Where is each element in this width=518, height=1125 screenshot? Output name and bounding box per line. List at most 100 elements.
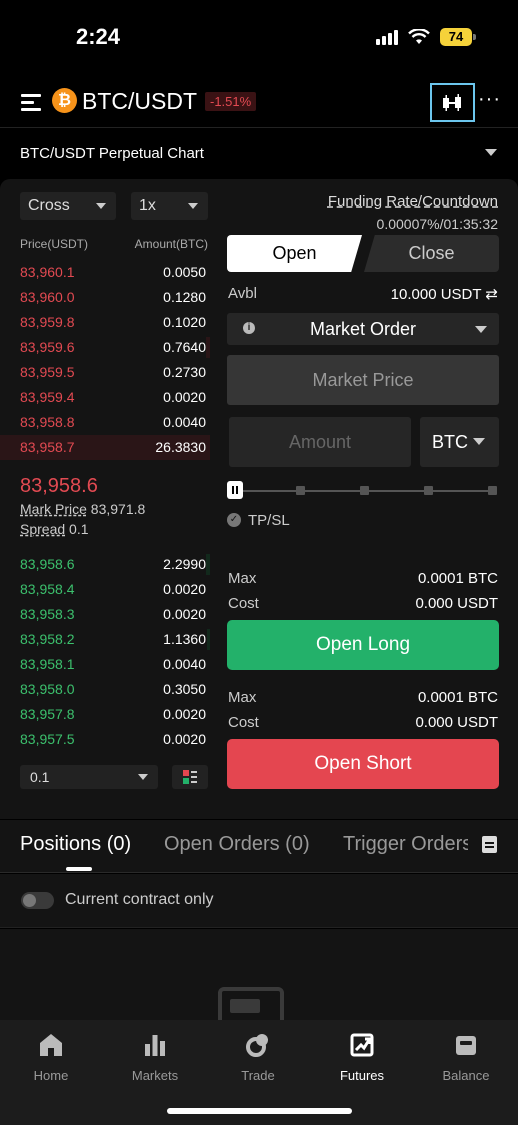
unit-value: BTC bbox=[432, 432, 468, 452]
nav-balance[interactable]: Balance bbox=[426, 1032, 506, 1083]
nav-futures[interactable]: Futures bbox=[322, 1032, 402, 1083]
mark-price-line: Mark Price 83,971.8 bbox=[20, 501, 145, 517]
nav-futures-label: Futures bbox=[339, 1068, 385, 1083]
ask-price: 83,959.4 bbox=[20, 389, 75, 405]
bid-row[interactable]: 83,958.0 0.3050 bbox=[0, 677, 210, 702]
bid-price: 83,958.3 bbox=[20, 606, 75, 622]
bid-row[interactable]: 83,957.8 0.0020 bbox=[0, 702, 210, 727]
ask-amount: 0.7640 bbox=[163, 339, 206, 355]
short-max-label: Max bbox=[228, 689, 257, 706]
current-contract-toggle[interactable] bbox=[21, 892, 54, 909]
ask-price: 83,958.7 bbox=[20, 439, 75, 455]
bid-row[interactable]: 83,957.5 0.0020 bbox=[0, 727, 210, 752]
price-column-header: Price(USDT) bbox=[20, 237, 88, 251]
menu-icon[interactable] bbox=[21, 94, 41, 112]
bid-row[interactable]: 83,958.4 0.0020 bbox=[0, 577, 210, 602]
precision-select[interactable]: 0.1 bbox=[20, 765, 158, 789]
ask-row[interactable]: 83,959.5 0.2730 bbox=[0, 360, 210, 385]
status-bar: 2:24 74 bbox=[0, 0, 518, 80]
tab-trigger-orders[interactable]: Trigger Orders bbox=[343, 833, 468, 856]
margin-mode-value: Cross bbox=[28, 197, 70, 214]
ask-row[interactable]: 83,960.1 0.0050 bbox=[0, 260, 210, 285]
ask-amount: 0.0050 bbox=[163, 264, 206, 280]
tab-positions[interactable]: Positions (0) bbox=[20, 833, 131, 856]
ask-price: 83,960.0 bbox=[20, 289, 75, 305]
bid-price: 83,957.8 bbox=[20, 706, 75, 722]
mark-price-label[interactable]: Mark Price bbox=[20, 501, 87, 517]
leverage-select[interactable]: 1x bbox=[131, 192, 208, 220]
slider-stop-75[interactable] bbox=[424, 486, 433, 495]
tpsl-checkbox[interactable]: ✓ bbox=[227, 513, 241, 527]
bid-price: 83,958.4 bbox=[20, 581, 75, 597]
short-cost-label: Cost bbox=[228, 714, 259, 731]
open-long-button[interactable]: Open Long bbox=[227, 620, 499, 670]
tab-open[interactable]: Open bbox=[227, 235, 362, 272]
candlestick-chart-button[interactable] bbox=[430, 83, 475, 122]
ask-amount: 26.3830 bbox=[155, 439, 206, 455]
trading-panel: Cross 1x Price(USDT) Amount(BTC) 83,960.… bbox=[0, 179, 518, 819]
caret-down-icon bbox=[475, 326, 487, 333]
battery-indicator: 74 bbox=[440, 28, 476, 46]
price-change-badge: -1.51% bbox=[205, 92, 257, 111]
more-options-icon[interactable]: ··· bbox=[478, 88, 501, 111]
ask-price: 83,959.6 bbox=[20, 339, 75, 355]
ask-row[interactable]: 83,959.4 0.0020 bbox=[0, 385, 210, 410]
positions-empty-state bbox=[0, 929, 518, 1027]
ask-row[interactable]: 83,959.6 0.7640 bbox=[0, 335, 210, 360]
nav-markets-label: Markets bbox=[131, 1068, 179, 1083]
caret-down-icon bbox=[473, 438, 485, 445]
bid-row[interactable]: 83,958.2 1.1360 bbox=[0, 627, 210, 652]
nav-home[interactable]: Home bbox=[11, 1032, 91, 1083]
amount-input[interactable] bbox=[229, 417, 411, 467]
home-indicator bbox=[167, 1108, 352, 1114]
orderbook-layout-button[interactable] bbox=[172, 765, 208, 789]
tab-open-orders[interactable]: Open Orders (0) bbox=[164, 833, 310, 856]
funding-rate-label[interactable]: Funding Rate/Countdown bbox=[328, 193, 498, 210]
long-max-label: Max bbox=[228, 570, 257, 587]
mark-price-value: 83,971.8 bbox=[90, 501, 146, 517]
available-label: Avbl bbox=[228, 285, 257, 302]
long-cost-label: Cost bbox=[228, 595, 259, 612]
leverage-value: 1x bbox=[139, 197, 156, 214]
header: ₿ BTC/USDT -1.51% ··· bbox=[0, 80, 518, 128]
available-balance[interactable]: 10.000 USDT ⇄ bbox=[391, 285, 498, 303]
bid-row[interactable]: 83,958.3 0.0020 bbox=[0, 602, 210, 627]
ask-price: 83,959.5 bbox=[20, 364, 75, 380]
ask-row[interactable]: 83,960.0 0.1280 bbox=[0, 285, 210, 310]
wallet-icon bbox=[456, 1036, 476, 1055]
bid-amount: 1.1360 bbox=[163, 631, 206, 647]
ask-amount: 0.1020 bbox=[163, 314, 206, 330]
ask-amount: 0.2730 bbox=[163, 364, 206, 380]
ask-price: 83,960.1 bbox=[20, 264, 75, 280]
nav-trade-label: Trade bbox=[241, 1068, 275, 1083]
order-type-select[interactable]: i Market Order bbox=[227, 313, 499, 345]
info-icon[interactable]: i bbox=[243, 322, 255, 334]
bid-row[interactable]: 83,958.1 0.0040 bbox=[0, 652, 210, 677]
unit-select[interactable]: BTC bbox=[420, 417, 499, 467]
slider-handle[interactable] bbox=[227, 481, 243, 499]
pair-title[interactable]: BTC/USDT bbox=[82, 88, 197, 115]
slider-stop-50[interactable] bbox=[360, 486, 369, 495]
spread-label[interactable]: Spread bbox=[20, 521, 65, 537]
wifi-icon bbox=[408, 29, 430, 44]
slider-stop-100[interactable] bbox=[488, 486, 497, 495]
bid-row[interactable]: 83,958.6 2.2990 bbox=[0, 552, 210, 577]
chart-row-label: BTC/USDT Perpetual Chart bbox=[20, 145, 204, 162]
long-cost-value: 0.000 USDT bbox=[415, 595, 498, 612]
order-type-value: Market Order bbox=[309, 319, 417, 339]
ask-row[interactable]: 83,959.8 0.1020 bbox=[0, 310, 210, 335]
order-history-icon[interactable] bbox=[482, 836, 497, 853]
margin-mode-select[interactable]: Cross bbox=[20, 192, 116, 220]
bid-price: 83,958.1 bbox=[20, 656, 75, 672]
bid-amount: 0.3050 bbox=[163, 681, 206, 697]
open-short-button[interactable]: Open Short bbox=[227, 739, 499, 789]
tpsl-label[interactable]: TP/SL bbox=[248, 512, 290, 529]
ask-row[interactable]: 83,958.7 26.3830 bbox=[0, 435, 210, 460]
nav-trade[interactable]: Trade bbox=[218, 1032, 298, 1083]
tab-close[interactable]: Close bbox=[364, 235, 499, 272]
slider-stop-25[interactable] bbox=[296, 486, 305, 495]
ask-row[interactable]: 83,958.8 0.0040 bbox=[0, 410, 210, 435]
nav-markets[interactable]: Markets bbox=[115, 1032, 195, 1083]
perpetual-chart-toggle[interactable]: BTC/USDT Perpetual Chart bbox=[0, 129, 518, 179]
status-icons: 74 bbox=[376, 28, 476, 46]
